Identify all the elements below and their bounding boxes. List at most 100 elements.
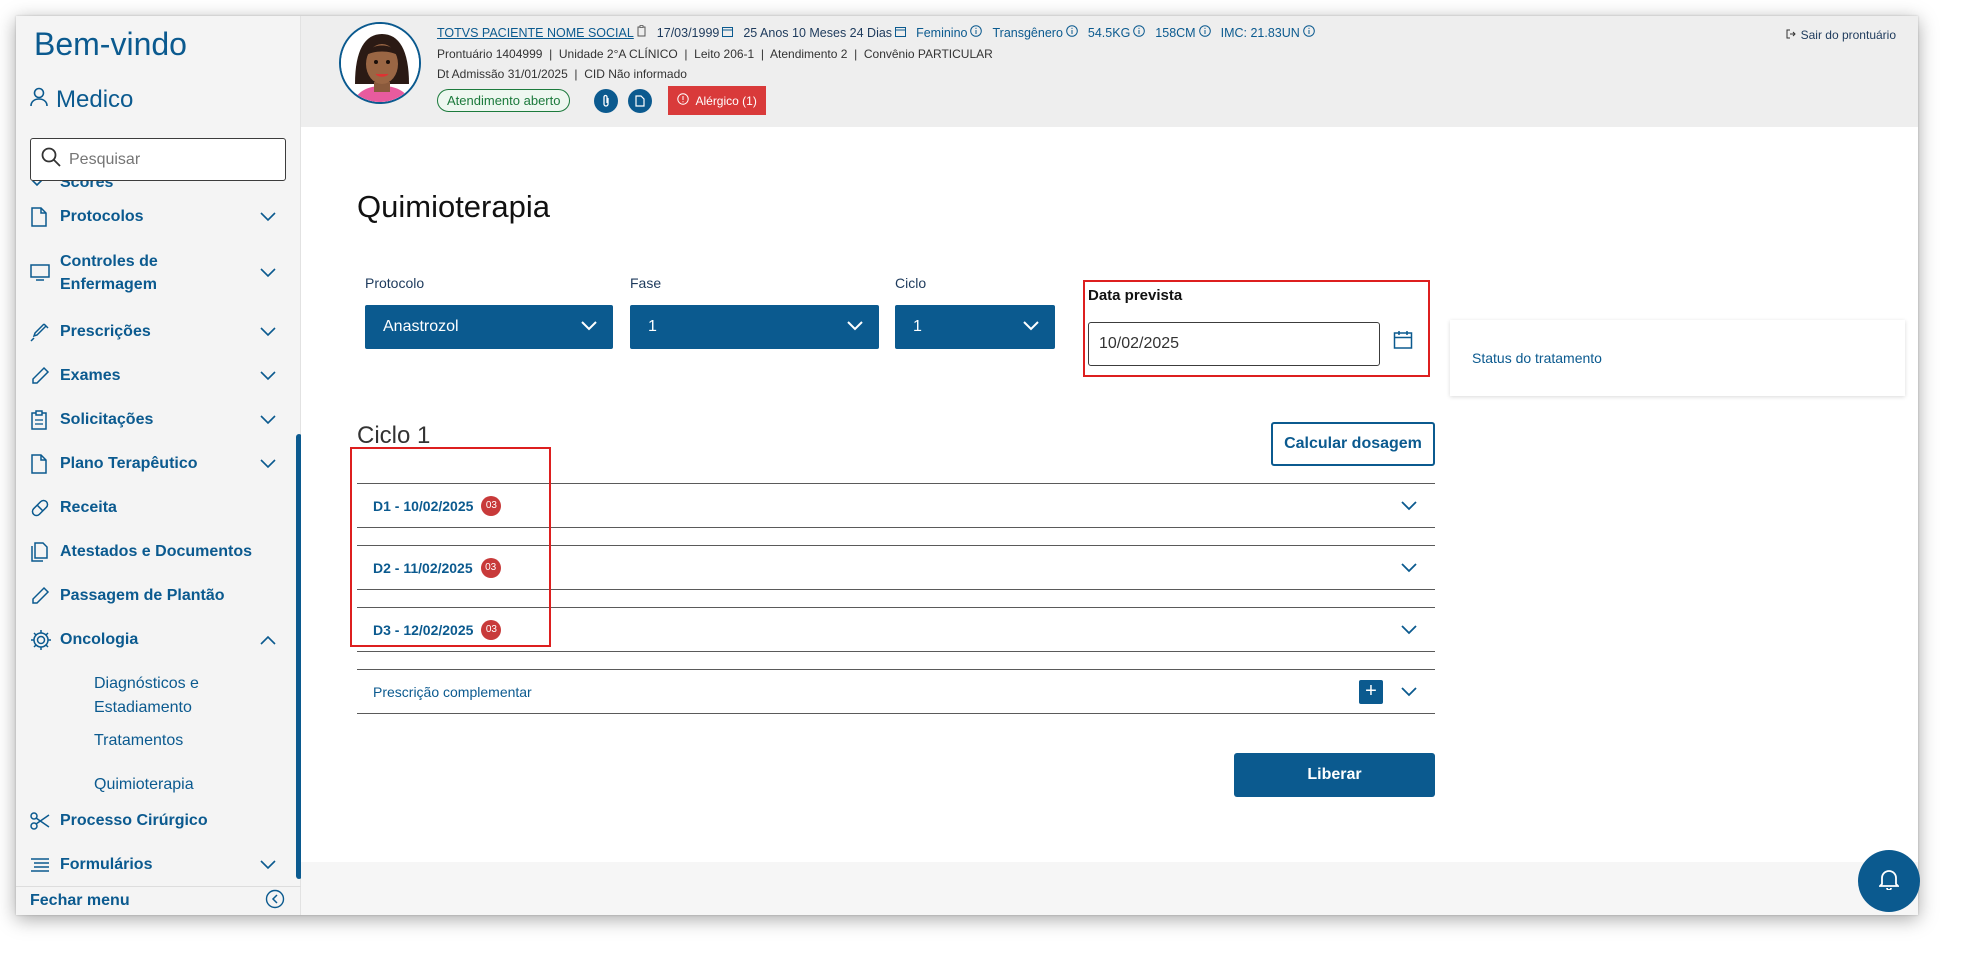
- copy-icon[interactable]: [637, 25, 647, 40]
- patient-imc: IMC: 21.83UN: [1220, 25, 1300, 40]
- search-input[interactable]: [69, 150, 259, 169]
- allergy-badge[interactable]: Alérgico (1): [668, 86, 766, 115]
- user-icon: [30, 86, 48, 114]
- patient-identity: Transgênero: [992, 25, 1063, 40]
- sidebar-item-label: Exames: [60, 367, 121, 384]
- exit-icon: [1786, 28, 1796, 42]
- sidebar-item-formularios[interactable]: Formulários: [30, 852, 280, 877]
- sidebar-item-label: Solicitações: [60, 411, 154, 428]
- chevron-down-icon: [256, 370, 280, 381]
- close-menu-label: Fechar menu: [30, 892, 130, 909]
- highlight-box: [350, 447, 551, 647]
- sidebar-item-label: Prescrições: [60, 323, 151, 340]
- patient-weight: 54.5KG: [1087, 25, 1131, 40]
- sidebar-item-controles-enfermagem[interactable]: Controles de Enfermagem: [30, 250, 280, 296]
- syringe-icon: [30, 322, 60, 342]
- cycle-title: Ciclo 1: [357, 422, 431, 449]
- pill-icon: [30, 498, 60, 518]
- chevron-down-icon: [1401, 498, 1417, 514]
- bell-icon: [1877, 868, 1901, 895]
- data-prevista-input[interactable]: 10/02/2025: [1088, 322, 1380, 366]
- protocolo-value: Anastrozol: [383, 318, 459, 335]
- sidebar-sub-quimioterapia[interactable]: Quimioterapia: [94, 773, 194, 797]
- chevron-down-icon: [256, 326, 280, 337]
- info-icon[interactable]: [1133, 25, 1146, 40]
- documents-icon: [30, 541, 60, 562]
- data-prevista-label: Data prevista: [1088, 287, 1183, 304]
- info-icon[interactable]: [1066, 25, 1078, 40]
- sidebar-item-label: Formulários: [60, 856, 153, 873]
- welcome-title: Bem-vindo: [34, 26, 187, 62]
- chevron-down-icon: [1401, 622, 1417, 638]
- sidebar-item-prescricoes[interactable]: Prescrições: [30, 319, 280, 344]
- calendar-icon[interactable]: [1393, 330, 1413, 355]
- chevron-up-icon: [256, 635, 280, 645]
- page-title: Quimioterapia: [357, 189, 550, 224]
- chevron-down-icon: [30, 181, 60, 188]
- monitor-icon: [30, 264, 60, 282]
- sidebar-item-passagem-plantao[interactable]: Passagem de Plantão: [30, 583, 280, 608]
- chevron-down-icon: [256, 268, 280, 278]
- ciclo-label: Ciclo: [895, 275, 927, 291]
- sidebar-item-label: Scores: [60, 181, 114, 191]
- sidebar-item-plano-terapeutico[interactable]: Plano Terapêutico: [30, 451, 280, 476]
- notifications-button[interactable]: [1858, 850, 1920, 912]
- patient-name[interactable]: TOTVS PACIENTE NOME SOCIAL: [437, 26, 634, 40]
- chevron-down-icon: [256, 859, 280, 870]
- sidebar-item-protocolos[interactable]: Protocolos: [30, 204, 280, 229]
- chevron-down-icon: [1401, 684, 1417, 700]
- release-button[interactable]: Liberar: [1234, 753, 1435, 797]
- birth-date: 17/03/1999: [656, 25, 720, 40]
- patient-avatar: [339, 22, 421, 104]
- info-icon[interactable]: [1302, 25, 1315, 40]
- document-icon[interactable]: [628, 88, 653, 113]
- info-icon[interactable]: [1198, 25, 1211, 40]
- exit-record-link[interactable]: Sair do prontuário: [1786, 28, 1896, 42]
- sidebar-item-solicitacoes[interactable]: Solicitações: [30, 407, 280, 432]
- pencil-icon: [30, 586, 60, 606]
- admission-date-info: Dt Admissão 31/01/2025 | CID Não informa…: [437, 67, 687, 81]
- sidebar-item-receita[interactable]: Receita: [30, 495, 280, 520]
- list-icon: [30, 857, 60, 873]
- sidebar-item-oncologia[interactable]: Oncologia: [30, 627, 280, 652]
- sidebar-item-label: Processo Cirúrgico: [60, 812, 208, 829]
- fase-select[interactable]: 1: [630, 305, 879, 349]
- app-window: Bem-vindo Medico Scores Protocolos Contr…: [16, 16, 1918, 915]
- sidebar: Bem-vindo Medico Scores Protocolos Contr…: [16, 16, 302, 915]
- document-icon: [30, 206, 60, 227]
- sidebar-item-label: Protocolos: [60, 208, 144, 225]
- sidebar-item-atestados[interactable]: Atestados e Documentos: [30, 539, 280, 564]
- complementary-prescription-row[interactable]: Prescrição complementar +: [357, 669, 1435, 714]
- add-icon[interactable]: +: [1359, 679, 1383, 704]
- close-menu-button[interactable]: Fechar menu: [16, 886, 301, 915]
- patient-age: 25 Anos 10 Meses 24 Dias: [743, 25, 893, 40]
- sidebar-item-processo-cirurgico[interactable]: Processo Cirúrgico: [30, 808, 280, 833]
- sidebar-item-label: Controles de Enfermagem: [60, 253, 158, 293]
- patient-gender: Feminino: [916, 25, 968, 40]
- document-icon: [30, 453, 60, 474]
- status-badge: Atendimento aberto: [437, 89, 571, 112]
- sidebar-item-label: Oncologia: [60, 631, 139, 648]
- protocolo-select[interactable]: Anastrozol: [365, 305, 613, 349]
- complementary-label: Prescrição complementar: [373, 683, 532, 700]
- calculate-dosage-button[interactable]: Calcular dosagem: [1271, 422, 1435, 466]
- attachment-icon[interactable]: [594, 88, 619, 113]
- user-name: Medico: [56, 86, 134, 113]
- chevron-down-icon: [256, 414, 280, 425]
- pencil-icon: [30, 366, 60, 386]
- info-icon[interactable]: [970, 25, 983, 40]
- search-box[interactable]: [30, 138, 286, 181]
- sidebar-item-label: Passagem de Plantão: [60, 587, 225, 604]
- ciclo-select[interactable]: 1: [895, 305, 1055, 349]
- chevron-left-circle-icon: [265, 889, 285, 914]
- header-badges: Atendimento aberto Alérgico (1): [437, 86, 766, 115]
- sidebar-sub-tratamentos[interactable]: Tratamentos: [94, 729, 183, 753]
- patient-info-line: TOTVS PACIENTE NOME SOCIAL 17/03/1999 25…: [437, 25, 1315, 40]
- sidebar-item-label: Atestados e Documentos: [60, 543, 253, 560]
- scissors-icon: [30, 811, 60, 831]
- chevron-down-icon: [1401, 560, 1417, 576]
- sidebar-item-exames[interactable]: Exames: [30, 363, 280, 388]
- sidebar-item-scores[interactable]: Scores: [30, 181, 280, 194]
- patient-height: 158CM: [1155, 25, 1196, 40]
- sidebar-sub-diagnosticos[interactable]: Diagnósticos e Estadiamento: [94, 672, 214, 720]
